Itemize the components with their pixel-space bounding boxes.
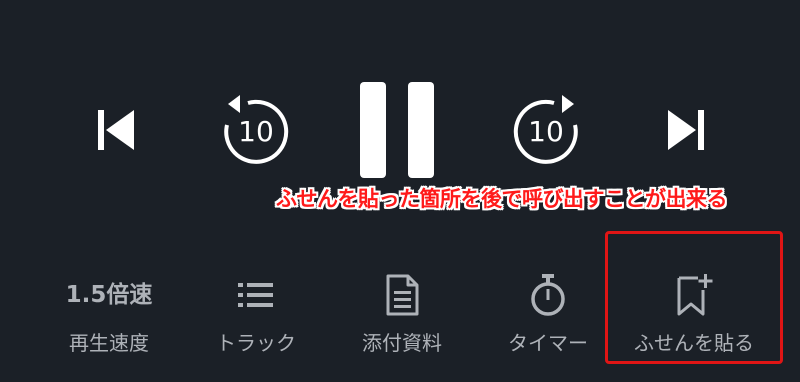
forward-seconds-label: 10 bbox=[528, 115, 564, 148]
stopwatch-icon bbox=[531, 274, 565, 316]
speed-value: 1.5倍速 bbox=[65, 282, 153, 308]
annotation-text: ふせんを貼った箇所を後で呼び出すことが出来る bbox=[276, 187, 728, 211]
speed-value-wrap: 1.5倍速 bbox=[29, 270, 189, 320]
rewind-seconds-label: 10 bbox=[238, 115, 274, 148]
previous-button[interactable] bbox=[86, 100, 146, 160]
document-icon bbox=[386, 274, 419, 316]
bookmark-label: ふせんを貼る bbox=[634, 331, 754, 355]
track-button[interactable]: トラック bbox=[176, 270, 336, 370]
timer-button[interactable]: タイマー bbox=[468, 270, 628, 370]
rewind-10-button[interactable]: 10 bbox=[218, 92, 294, 168]
audio-player: 10 10 ふせんを貼った箇所を後で呼び出すことが出来る 1.5倍速 再生速度 bbox=[0, 0, 800, 382]
bookmark-add-icon bbox=[677, 274, 713, 316]
list-icon bbox=[238, 283, 273, 307]
attachment-button[interactable]: 添付資料 bbox=[322, 270, 482, 370]
next-button[interactable] bbox=[656, 100, 716, 160]
pause-icon bbox=[360, 82, 434, 178]
attachment-label: 添付資料 bbox=[362, 331, 442, 355]
add-bookmark-button[interactable]: ふせんを貼る bbox=[614, 270, 774, 370]
forward-10-button[interactable]: 10 bbox=[508, 92, 584, 168]
playback-speed-button[interactable]: 1.5倍速 再生速度 bbox=[29, 270, 189, 370]
timer-label: タイマー bbox=[508, 331, 588, 355]
speed-label: 再生速度 bbox=[69, 331, 149, 355]
track-label: トラック bbox=[216, 331, 296, 355]
skip-previous-icon bbox=[98, 110, 134, 150]
pause-button[interactable] bbox=[356, 80, 442, 180]
skip-next-icon bbox=[668, 110, 704, 150]
